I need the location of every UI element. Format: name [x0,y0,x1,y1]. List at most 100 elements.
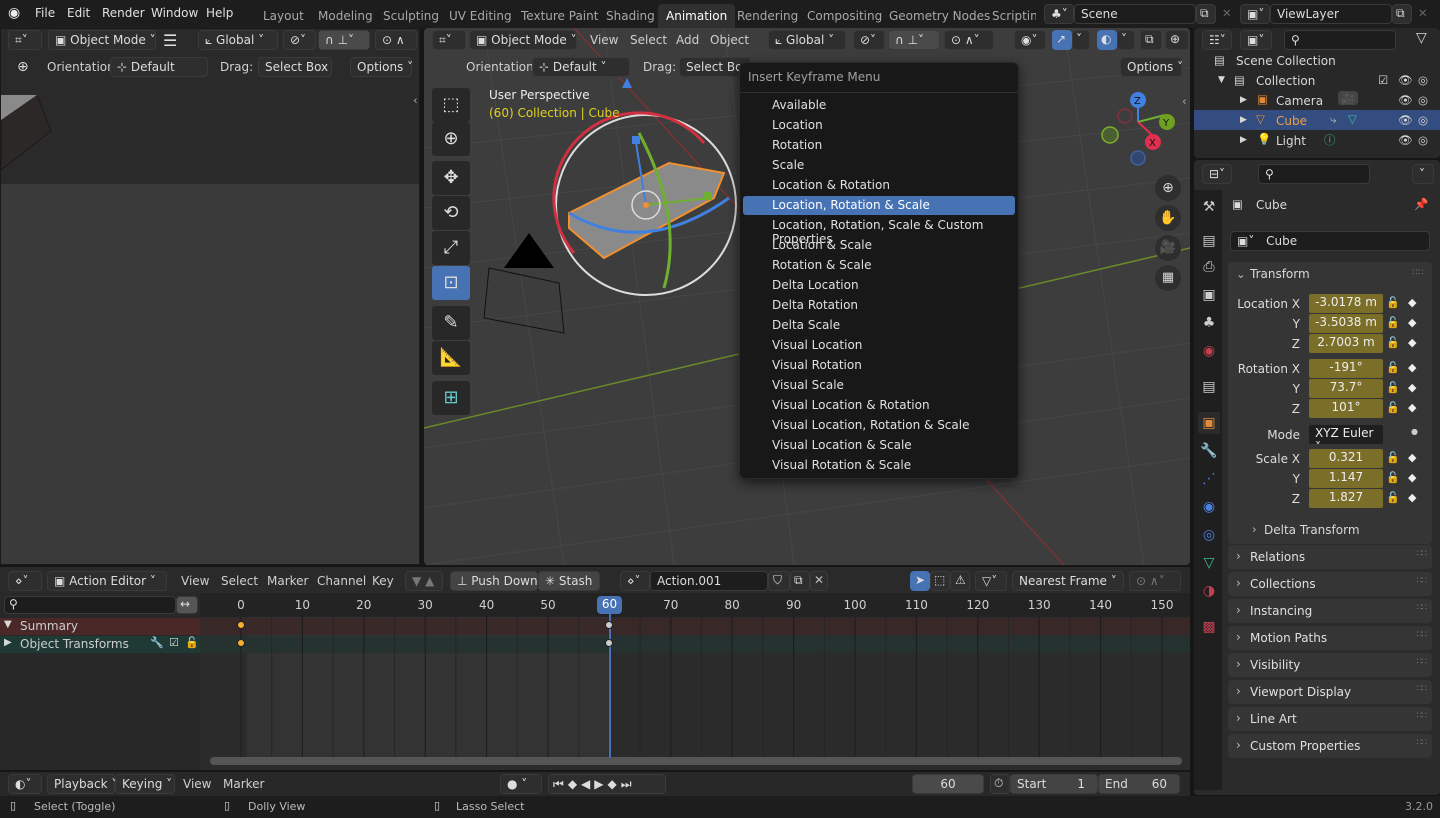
scale-y-field[interactable]: 1.147 [1309,469,1383,488]
panel-motion-paths[interactable]: › Motion Paths ∷∷ [1228,626,1432,650]
collection-label[interactable]: Collection [1256,74,1315,88]
material-tab-icon[interactable]: ◑ [1198,580,1220,602]
view-layer-name-field[interactable]: ViewLayer [1270,4,1392,24]
mesh-data-icon[interactable]: ▽ [1348,112,1357,126]
drag-grip-icon[interactable]: ∷∷ [1417,630,1428,640]
drag-grip-icon[interactable]: ∷∷ [1417,576,1428,586]
left-transform-orientation[interactable]: ⟀ Global ˅ [198,30,278,50]
menu-window[interactable]: Window [151,6,198,20]
overlays-toggle[interactable]: ◐ [1097,30,1117,50]
dope-filter-button[interactable]: ▽˅ [975,571,1007,591]
viewport-visibility-button[interactable]: ◉˅ [1014,30,1046,50]
keyframe-icon[interactable]: ◆ [1408,381,1416,394]
object-transforms-label[interactable]: Object Transforms [20,637,129,651]
new-action-icon[interactable]: ⧉ [790,571,810,591]
play-icon[interactable]: ▶ [594,777,607,791]
menu-help[interactable]: Help [206,6,233,20]
current-frame-indicator[interactable]: 60 [597,596,622,614]
menu-render[interactable]: Render [102,6,145,20]
menu-item[interactable]: Visual Rotation & Scale [743,456,1015,475]
lock-icon[interactable]: 🔓 [1386,471,1400,484]
properties-editor-type[interactable]: ⊟˅ [1202,164,1232,184]
only-selected-icon[interactable]: ➤ [910,571,930,591]
viewport-mode-dropdown[interactable]: ▣ Object Mode ˅ [469,30,577,50]
keyframe-icon[interactable]: ◆ [1408,361,1416,374]
viewport-pivot-button[interactable]: ⊘˅ [853,30,885,50]
camera-render-icon[interactable]: ◎ [1418,93,1428,107]
lock-icon[interactable]: 🔓 [1386,296,1400,309]
camera-render-icon[interactable]: ◎ [1418,133,1428,147]
camera-data-icon[interactable]: 🎥 [1338,91,1359,105]
dope-editor-type[interactable]: ⋄˅ [8,571,42,591]
left-3d-editor[interactable]: ‹ [0,28,420,565]
left-options-button[interactable]: Options ˅ [350,57,413,77]
lock-icon[interactable]: 🔓 [1386,401,1400,414]
tab-shading[interactable]: Shading [598,4,663,28]
xray-toggle[interactable]: ⧉ [1140,30,1162,50]
left-editor-type-button[interactable]: ⌗˅ [8,30,42,50]
gizmo-toggle[interactable]: ↗ [1052,30,1072,50]
tool-scale[interactable]: ⤢ [432,231,470,265]
keyframe-icon[interactable]: ◆ [1408,296,1416,309]
render-tab-icon[interactable]: ▤ [1198,230,1220,252]
tab-uv-editing[interactable]: UV Editing [441,4,520,28]
wireframe-shading[interactable]: ⊕ [1165,30,1189,50]
keyframe-icon[interactable]: ◆ [1408,316,1416,329]
new-scene-icon[interactable]: ⧉ [1196,4,1216,24]
prev-keyframe-icon[interactable]: ◆ [568,777,581,791]
output-tab-icon[interactable]: ⎙ [1198,256,1220,278]
keyframe-icon[interactable]: ◆ [1408,336,1416,349]
menu-item[interactable]: Visual Scale [743,376,1015,395]
jump-start-icon[interactable]: ⏮ [553,777,568,791]
scene-selector[interactable]: ♣˅ [1044,4,1074,24]
location-z-field[interactable]: 2.7003 m [1309,334,1383,353]
collapse-sidebar-icon[interactable]: ‹ [413,93,418,107]
dope-menu-key[interactable]: Key [372,574,394,588]
pin-icon[interactable]: 📌 [1414,197,1428,211]
dope-menu-channel[interactable]: Channel [317,574,366,588]
pan-view-icon[interactable]: ✋ [1155,205,1181,231]
keyframe-icon[interactable]: ◆ [1408,471,1416,484]
action-icon[interactable]: ⤷ [1330,112,1336,127]
menu-item[interactable]: Rotation & Scale [743,256,1015,275]
rotation-mode-dropdown[interactable]: XYZ Euler ˅ [1309,425,1383,454]
panel-instancing[interactable]: › Instancing ∷∷ [1228,599,1432,623]
light-expand-icon[interactable]: ▶ [1240,135,1247,145]
scene-name-field[interactable]: Scene [1074,4,1196,24]
scale-z-field[interactable]: 1.827 [1309,489,1383,508]
show-hidden-icon[interactable]: ⬚ [930,571,950,591]
outliner-filter-view[interactable]: ▣˅ [1240,30,1272,50]
menu-item[interactable]: Visual Location & Scale [743,436,1015,455]
viewport-menu-add[interactable]: Add [676,33,699,47]
drag-grip-icon[interactable]: ∷∷ [1417,603,1428,613]
menu-item[interactable]: Location, Rotation, Scale & Custom Prope… [743,216,1015,246]
drag-grip-icon[interactable]: ∷∷ [1412,268,1423,278]
transform-panel-header[interactable]: Transform [1250,267,1310,281]
keyframe-icon[interactable]: ◆ [1408,491,1416,504]
only-errors-icon[interactable]: ⚠ [950,571,970,591]
tool-cursor[interactable]: ⊕ [432,122,470,156]
collection-expand-icon[interactable]: ▼ [1218,75,1225,85]
new-view-layer-icon[interactable]: ⧉ [1392,4,1412,24]
timeline-editor-type[interactable]: ◐˅ [8,774,42,794]
dope-proportional-edit[interactable]: ⊙ ∧˅ [1129,571,1181,591]
tab-sculpting[interactable]: Sculpting [375,4,447,28]
hamburger-menu-icon[interactable]: ☰ [163,31,177,50]
menu-item[interactable]: Visual Location, Rotation & Scale [743,416,1015,435]
navigation-gizmo[interactable]: Z Y X [1100,88,1180,168]
menu-item[interactable]: Rotation [743,136,1015,155]
eye-icon[interactable]: 👁 [1398,73,1413,87]
viewport-menu-view[interactable]: View [590,33,618,47]
channel-search-input[interactable]: ⚲ [4,596,176,614]
camera-render-icon[interactable]: ◎ [1418,113,1428,127]
dope-menu-select[interactable]: Select [221,574,258,588]
rotation-y-field[interactable]: 73.7° [1309,379,1383,398]
menu-edit[interactable]: Edit [67,6,90,20]
ortho-toggle-icon[interactable]: ▦ [1155,265,1181,291]
horizontal-scrollbar[interactable] [210,757,1182,765]
blender-logo-icon[interactable]: ◉ [8,5,20,21]
modifier-toggle-icon[interactable]: 🔧 [150,636,164,649]
viewport-orientation-dropdown[interactable]: ⊹ Default ˅ [532,57,630,77]
left-drag-dropdown[interactable]: Select Box [258,57,332,77]
tab-animation[interactable]: Animation [658,4,736,28]
